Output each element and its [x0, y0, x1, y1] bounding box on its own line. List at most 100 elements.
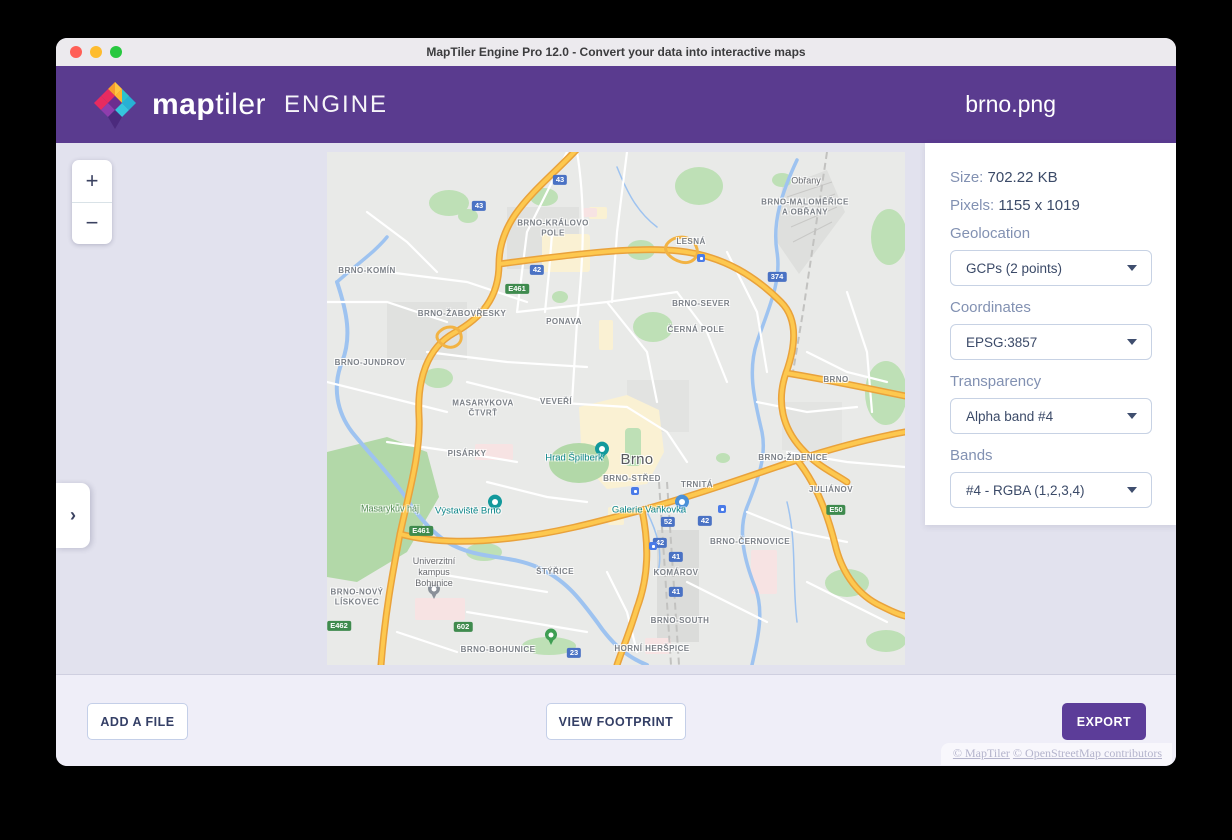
chevron-down-icon	[1127, 413, 1137, 419]
road-shield: 43	[471, 200, 487, 212]
zoom-in-button[interactable]: +	[72, 160, 112, 202]
map-labels-layer: BRNO-KOMÍN BRNO-ŽABOVŘESKY BRNO-JUNDROV BRN…	[327, 152, 905, 665]
add-file-button[interactable]: ADD A FILE	[87, 703, 188, 740]
view-footprint-button[interactable]: VIEW FOOTPRINT	[546, 703, 686, 740]
file-pixels-row: Pixels: 1155 x 1019	[950, 197, 1152, 214]
coordinates-label: Coordinates	[950, 299, 1031, 316]
road-shield: 41	[668, 551, 684, 563]
map-label: TRNITÁ	[680, 480, 714, 490]
bands-value: #4 - RGBA (1,2,3,4)	[966, 482, 1085, 498]
pixels-value: 1155 x 1019	[998, 197, 1080, 214]
map-label: VEVEŘÍ	[539, 397, 573, 407]
map-label: ČERNÁ POLE	[667, 325, 725, 335]
coordinates-dropdown[interactable]: EPSG:3857	[950, 324, 1152, 360]
geolocation-label: Geolocation	[950, 225, 1031, 242]
map-label: BRNO-ŽIDENICE	[758, 453, 828, 463]
road-shield: 23	[566, 647, 582, 659]
map-label: Obřany	[791, 175, 821, 186]
close-window-button[interactable]	[70, 46, 82, 58]
road-shield: E50	[826, 504, 846, 516]
map-label: BRNO-JUNDROV	[334, 358, 406, 368]
road-shield: 43	[552, 174, 568, 186]
brand-wordmark: maptiler	[152, 88, 266, 122]
road-shield: 374	[767, 271, 787, 283]
map-zoom-control: + −	[72, 160, 112, 244]
map-label: PISÁRKY	[447, 449, 487, 459]
map-label: BRNO-SOUTH	[650, 616, 710, 626]
road-shield: 41	[668, 586, 684, 598]
geolocation-value: GCPs (2 points)	[966, 260, 1063, 276]
road-shield: 42	[529, 264, 545, 276]
transparency-dropdown[interactable]: Alpha band #4	[950, 398, 1152, 434]
map-label: BRNO-KOMÍN	[338, 266, 396, 276]
traffic-lights	[70, 38, 122, 66]
map-label: BRNO-NOVÝ LÍSKOVEC	[330, 587, 384, 606]
map-label: BRNO	[823, 375, 849, 385]
map-label: ŠTÝŘICE	[536, 567, 574, 577]
poi-label: Galerie Vaňkovka	[611, 504, 687, 516]
export-button[interactable]: EXPORT	[1062, 703, 1146, 740]
app-window: MapTiler Engine Pro 12.0 - Convert your …	[56, 38, 1176, 766]
maptiler-logo: maptiler ENGINE	[92, 77, 388, 133]
map-label: HORNÍ HERŠPICE	[614, 644, 690, 654]
bands-label: Bands	[950, 447, 993, 464]
transparency-value: Alpha band #4	[966, 408, 1054, 424]
pixels-label: Pixels:	[950, 197, 995, 214]
osm-attribution-link[interactable]: © OpenStreetMap contributors	[1013, 746, 1162, 760]
file-size-row: Size: 702.22 KB	[950, 169, 1152, 186]
map-label: BRNO-STŘED	[603, 474, 661, 484]
size-label: Size:	[950, 169, 984, 186]
open-file-name: brno.png	[965, 91, 1056, 117]
brand-map: map	[152, 87, 216, 121]
transit-icon	[631, 487, 639, 495]
app-header: maptiler ENGINE brno.png	[56, 66, 1176, 143]
product-name: ENGINE	[284, 90, 389, 118]
chevron-down-icon	[1127, 265, 1137, 271]
maptiler-pin-icon	[94, 81, 136, 129]
map-attribution: © MapTiler © OpenStreetMap contributors	[940, 743, 1172, 765]
bands-dropdown[interactable]: #4 - RGBA (1,2,3,4)	[950, 472, 1152, 508]
map-label: BRNO-ŽABOVŘESKY	[417, 309, 507, 319]
size-value: 702.22 KB	[987, 169, 1058, 186]
transparency-label: Transparency	[950, 373, 1042, 390]
map-label: KOMÁROV	[653, 568, 699, 578]
transit-icon	[697, 254, 705, 262]
expand-sidebar-button[interactable]: ›	[56, 483, 90, 548]
zoom-out-button[interactable]: −	[72, 203, 112, 245]
chevron-down-icon	[1127, 487, 1137, 493]
map-label: Masarykův háj	[360, 503, 420, 514]
window-title: MapTiler Engine Pro 12.0 - Convert your …	[426, 45, 806, 59]
map-label: Brno	[620, 451, 654, 468]
zoom-window-button[interactable]	[110, 46, 122, 58]
map-label: BRNO-ČERNOVICE	[709, 537, 791, 547]
map-label: PONAVA	[546, 317, 582, 327]
main-area: BRNO-KOMÍN BRNO-ŽABOVŘESKY BRNO-JUNDROV BRN…	[56, 143, 1176, 675]
map-label: BRNO-SEVER	[672, 299, 730, 309]
map-label: JULIÁNOV	[808, 485, 854, 495]
map-canvas[interactable]: BRNO-KOMÍN BRNO-ŽABOVŘESKY BRNO-JUNDROV BRN…	[327, 152, 905, 665]
map-label: LESNÁ	[676, 237, 706, 247]
maptiler-attribution-link[interactable]: © MapTiler	[953, 746, 1010, 760]
minimize-window-button[interactable]	[90, 46, 102, 58]
brand-tiler: tiler	[215, 87, 267, 121]
chevron-down-icon	[1127, 339, 1137, 345]
map-label: BRNO-KRÁLOVO POLE	[517, 218, 589, 237]
screen-background: MapTiler Engine Pro 12.0 - Convert your …	[0, 0, 1232, 840]
map-label: MASARYKOVA ČTVRŤ	[452, 398, 514, 417]
road-shield: 52	[660, 516, 676, 528]
file-info-panel: Size: 702.22 KB Pixels: 1155 x 1019 Geol…	[925, 143, 1176, 525]
poi-label: Výstaviště Brno	[435, 505, 501, 517]
map-label: Univerzitní kampus Bohunice	[412, 555, 456, 588]
road-shield: 42	[697, 515, 713, 527]
map-label: BRNO-BOHUNICE	[460, 645, 536, 655]
transit-icon	[718, 505, 726, 513]
road-shield: E461	[409, 525, 433, 537]
poi-label: Hrad Špilberk	[545, 452, 603, 464]
titlebar: MapTiler Engine Pro 12.0 - Convert your …	[56, 38, 1176, 67]
geolocation-dropdown[interactable]: GCPs (2 points)	[950, 250, 1152, 286]
coordinates-value: EPSG:3857	[966, 334, 1038, 350]
road-shield: E462	[327, 620, 351, 632]
road-shield: E461	[505, 283, 529, 295]
transit-icon	[649, 542, 657, 550]
map-label: BRNO-MALOMĚŘICE A OBŘANY	[761, 197, 849, 216]
